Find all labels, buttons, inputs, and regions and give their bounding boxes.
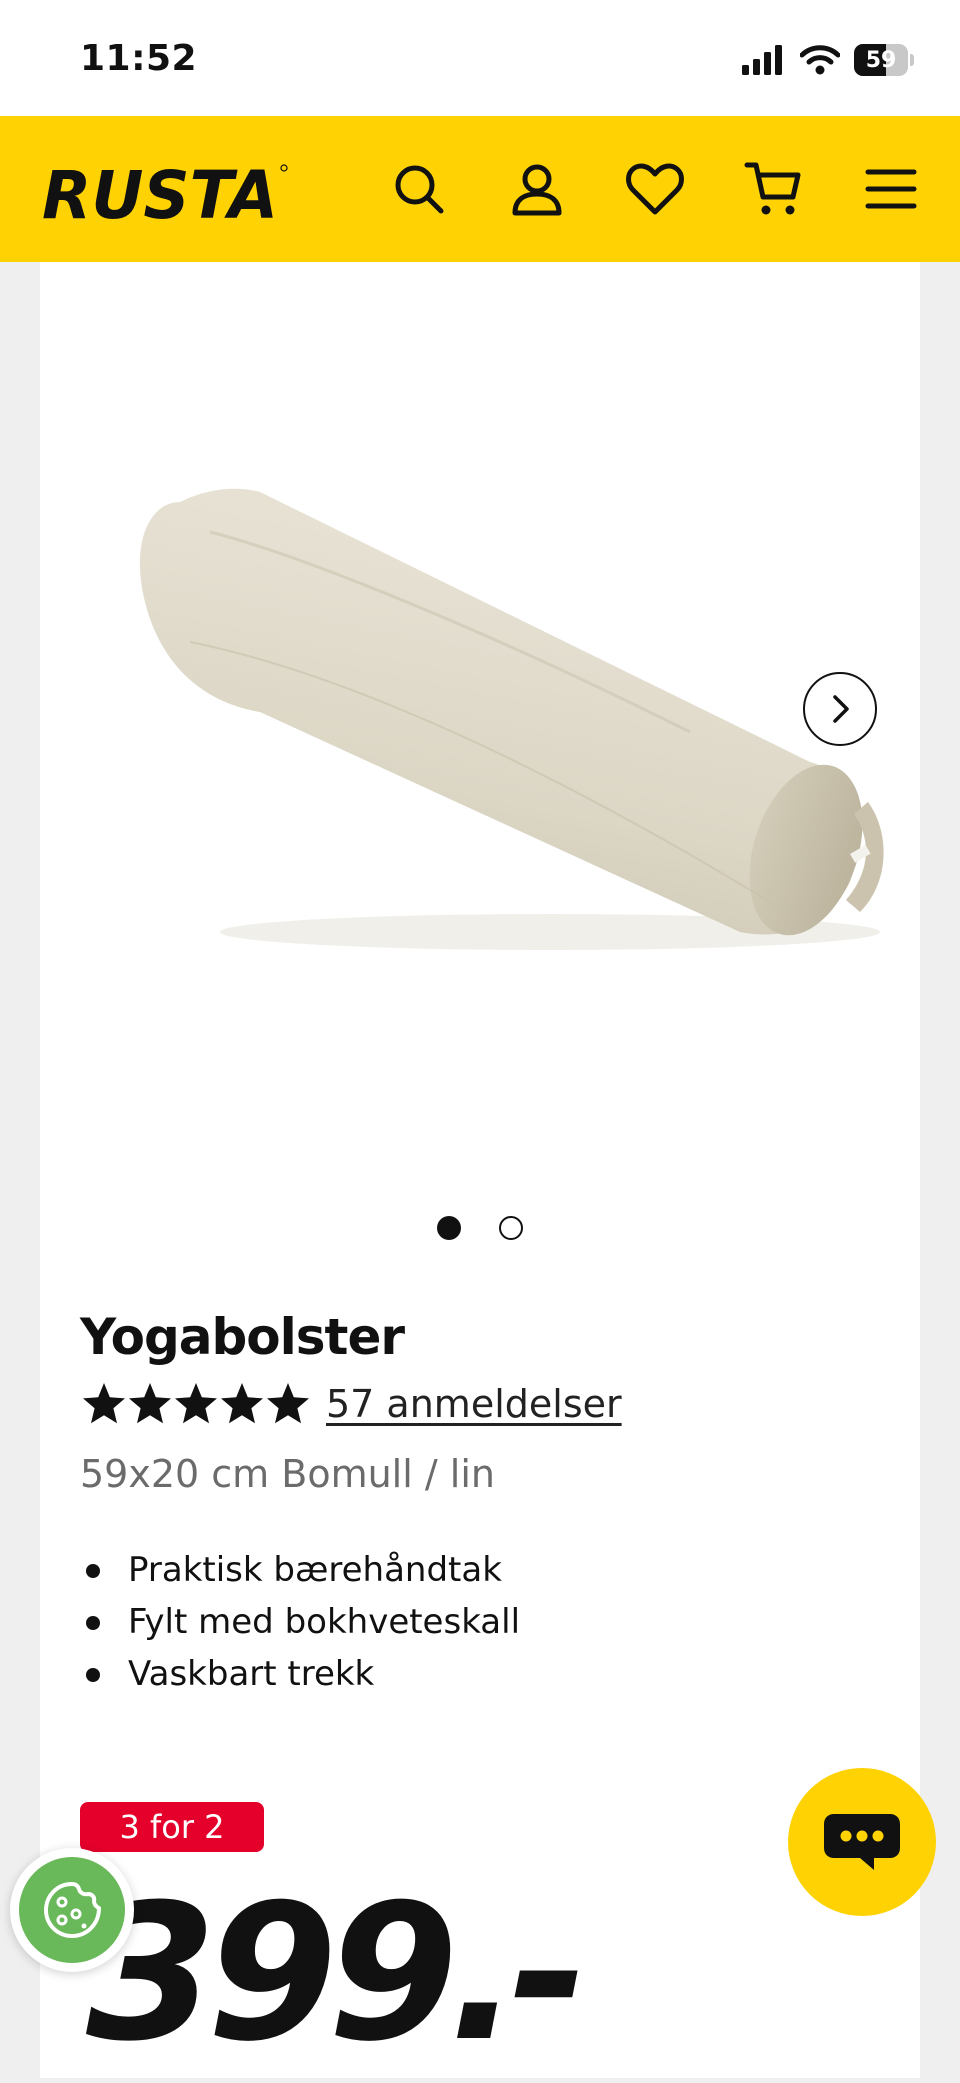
battery-nub [910,54,914,66]
logo-text: RUSTA [42,157,278,232]
battery-level: 59 [865,47,897,73]
search-button[interactable] [384,154,454,224]
star-icon [267,1383,309,1424]
account-button[interactable] [502,154,572,224]
menu-button[interactable] [856,154,926,224]
star-icon [175,1383,217,1424]
cookie-icon [44,1882,101,1938]
cart-button[interactable] [738,154,808,224]
cart-icon [744,162,801,215]
star-rating [80,1380,310,1428]
cellular-signal-icon [742,45,782,75]
gallery-dot-1[interactable] [437,1216,461,1240]
product-title: Yogabolster [80,1308,405,1366]
product-gallery[interactable] [40,262,920,1262]
promo-badge: 3 for 2 [80,1802,264,1852]
status-time: 11:52 [80,38,198,79]
rating-row: 57 anmeldelser [80,1380,622,1428]
chat-button[interactable] [788,1768,936,1916]
feature-list: Praktisk bærehåndtak Fylt med bokhvetesk… [80,1544,520,1700]
product-subtitle: 59x20 cm Bomull / lin [80,1452,495,1496]
product-card: Yogabolster 57 anmeldelser 59x20 cm Bomu… [40,262,920,2078]
gallery-next-button[interactable] [803,672,877,746]
status-bar: 11:52 59 [0,0,960,116]
star-icon [129,1383,171,1424]
product-price: 399.- [86,1864,588,2083]
site-header: RUSTA [0,116,960,262]
feature-item: Fylt med bokhveteskall [80,1596,520,1648]
product-image [90,462,910,1022]
account-icon [512,164,562,216]
search-icon [395,165,444,214]
gallery-pagination [40,1216,920,1240]
battery-icon: 59 [854,44,908,76]
chevron-right-icon [833,695,849,723]
status-icons: 59 [742,40,914,80]
rusta-logo[interactable]: RUSTA [38,152,288,232]
chat-bubble-icon [824,1814,900,1870]
cookie-badge [19,1857,125,1963]
cookie-settings-button[interactable] [10,1848,134,1972]
wishlist-heart-icon [626,163,684,215]
feature-item: Vaskbart trekk [80,1648,520,1700]
star-icon [221,1383,263,1424]
feature-item: Praktisk bærehåndtak [80,1544,520,1596]
reviews-link[interactable]: 57 anmeldelser [326,1382,622,1426]
star-icon [83,1383,125,1424]
wifi-icon [800,45,840,75]
menu-icon [865,169,917,209]
wishlist-button[interactable] [620,154,690,224]
gallery-dot-2[interactable] [499,1216,523,1240]
